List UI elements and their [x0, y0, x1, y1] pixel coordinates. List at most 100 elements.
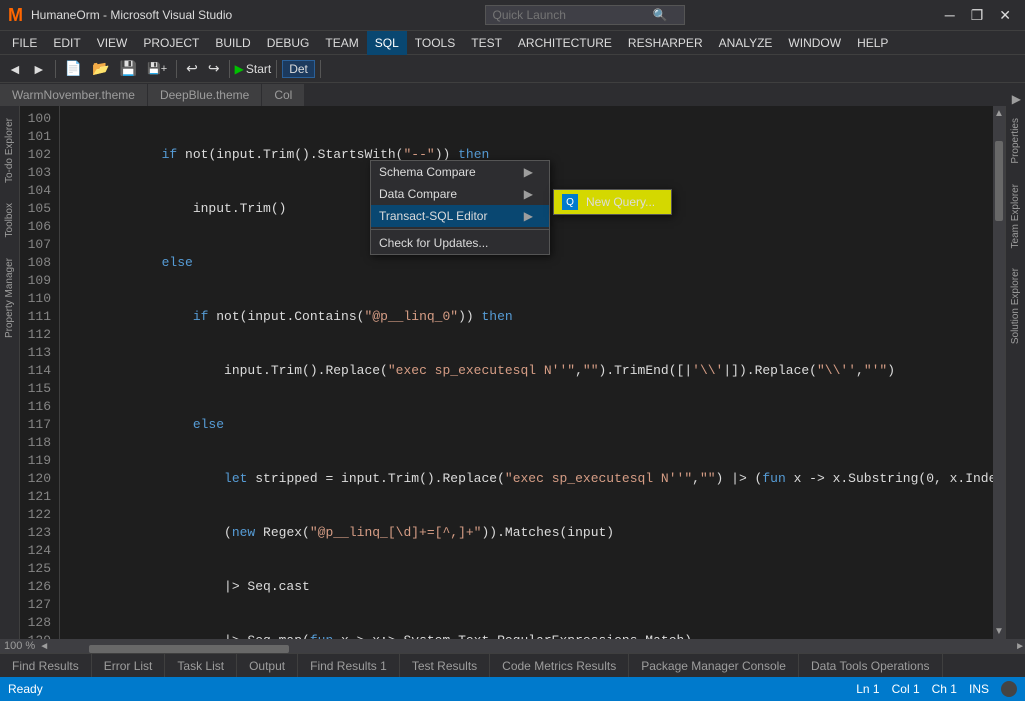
- right-sidebar: Properties Team Explorer Solution Explor…: [1005, 106, 1025, 639]
- menu-item-test[interactable]: TEST: [463, 31, 510, 55]
- title-bar: M HumaneOrm - Microsoft Visual Studio 🔍 …: [0, 0, 1025, 30]
- status-ch: Ch 1: [932, 682, 957, 696]
- scroll-thumb[interactable]: [995, 141, 1003, 221]
- bottom-tab-find-results-1[interactable]: Find Results 1: [298, 654, 400, 678]
- menu-item-edit[interactable]: EDIT: [45, 31, 88, 55]
- menu-item-window[interactable]: WINDOW: [780, 31, 849, 55]
- minimize-button[interactable]: ─: [939, 7, 961, 23]
- debug-button[interactable]: Det: [282, 60, 315, 78]
- tab-deepblue[interactable]: DeepBlue.theme: [148, 84, 262, 106]
- new-query-icon: Q: [562, 194, 578, 210]
- new-file-button[interactable]: 📄: [61, 57, 86, 81]
- forward-button[interactable]: ►: [28, 57, 50, 81]
- line-numbers: 100101102103104 105106107108109 11011111…: [20, 106, 60, 639]
- tab-scroll-right[interactable]: ▶: [1008, 92, 1025, 106]
- sidebar-tab-todo-explorer[interactable]: To-do Explorer: [2, 110, 17, 191]
- status-col: Col 1: [892, 682, 920, 696]
- toolbar-separator-3: [229, 60, 230, 78]
- transact-sql-submenu: Q New Query...: [553, 189, 672, 215]
- schema-compare-item[interactable]: Schema Compare ▶: [371, 161, 549, 183]
- menu-item-team[interactable]: TEAM: [317, 31, 366, 55]
- menu-item-build[interactable]: BUILD: [207, 31, 258, 55]
- save-button[interactable]: 💾: [116, 57, 141, 81]
- app-logo: M: [8, 5, 23, 26]
- quick-launch-input[interactable]: [492, 8, 652, 22]
- h-scrollbar[interactable]: [49, 642, 1015, 650]
- menu-bar: FILE EDIT VIEW PROJECT BUILD DEBUG TEAM …: [0, 30, 1025, 54]
- zoom-slider[interactable]: ◄: [39, 641, 49, 652]
- sidebar-tab-property-manager[interactable]: Property Manager: [2, 250, 17, 346]
- h-scroll-right[interactable]: ►: [1015, 641, 1025, 652]
- bottom-tab-output[interactable]: Output: [237, 654, 298, 678]
- menu-item-file[interactable]: FILE: [4, 31, 45, 55]
- bottom-tabs: Find Results Error List Task List Output…: [0, 653, 1025, 677]
- bottom-tab-data-tools[interactable]: Data Tools Operations: [799, 654, 943, 678]
- bottom-tab-test-results[interactable]: Test Results: [400, 654, 490, 678]
- restore-button[interactable]: ❐: [965, 7, 990, 24]
- bottom-tab-find-results[interactable]: Find Results: [0, 654, 92, 678]
- save-all-button[interactable]: 💾+: [143, 57, 171, 81]
- menu-item-debug[interactable]: DEBUG: [259, 31, 318, 55]
- sidebar-tab-team-explorer[interactable]: Team Explorer: [1008, 176, 1023, 256]
- status-ready: Ready: [8, 682, 43, 696]
- h-scrollbar-row: 100 % ◄ ►: [0, 639, 1025, 653]
- tab-col[interactable]: Col: [262, 84, 305, 106]
- scroll-down-arrow[interactable]: ▼: [992, 624, 1006, 639]
- tab-bar: WarmNovember.theme DeepBlue.theme Col ▶: [0, 82, 1025, 106]
- data-compare-label: Data Compare: [379, 187, 457, 201]
- toolbar-separator-2: [176, 60, 177, 78]
- menu-item-analyze[interactable]: ANALYZE: [711, 31, 781, 55]
- transact-sql-editor-item[interactable]: Transact-SQL Editor ▶: [371, 205, 549, 227]
- sidebar-tab-properties[interactable]: Properties: [1008, 110, 1023, 172]
- toolbar-separator-4: [276, 60, 277, 78]
- h-scroll-thumb[interactable]: [89, 645, 289, 653]
- check-updates-item[interactable]: Check for Updates...: [371, 232, 549, 254]
- status-ins: INS: [969, 682, 989, 696]
- schema-compare-label: Schema Compare: [379, 165, 476, 179]
- run-button[interactable]: ▶ Start: [235, 62, 272, 76]
- window-controls: ─ ❐ ✕: [939, 7, 1017, 24]
- menu-item-help[interactable]: HELP: [849, 31, 896, 55]
- toolbar: ◄ ► 📄 📂 💾 💾+ ↩ ↪ ▶ Start Det: [0, 54, 1025, 82]
- back-button[interactable]: ◄: [4, 57, 26, 81]
- redo-button[interactable]: ↪: [204, 57, 224, 81]
- menu-item-project[interactable]: PROJECT: [135, 31, 207, 55]
- bottom-tab-task-list[interactable]: Task List: [165, 654, 237, 678]
- check-updates-label: Check for Updates...: [379, 236, 488, 250]
- data-compare-arrow: ▶: [524, 187, 533, 201]
- close-button[interactable]: ✕: [993, 7, 1017, 24]
- data-compare-item[interactable]: Data Compare ▶: [371, 183, 549, 205]
- title-bar-left: M HumaneOrm - Microsoft Visual Studio: [8, 5, 232, 26]
- sql-dropdown-menu: Schema Compare ▶ Data Compare ▶ Transact…: [370, 160, 550, 255]
- transact-sql-label: Transact-SQL Editor: [379, 209, 487, 223]
- status-line: Ln 1: [856, 682, 879, 696]
- toolbar-separator-5: [320, 60, 321, 78]
- transact-sql-arrow: ▶: [524, 209, 533, 223]
- quick-launch-container: 🔍: [485, 5, 685, 25]
- sidebar-tab-toolbox[interactable]: Toolbox: [2, 195, 17, 245]
- menu-item-sql[interactable]: SQL: [367, 31, 407, 55]
- zoom-label: 100 %: [0, 640, 39, 652]
- bottom-tab-code-metrics[interactable]: Code Metrics Results: [490, 654, 629, 678]
- menu-item-resharper[interactable]: RESHARPER: [620, 31, 711, 55]
- menu-item-view[interactable]: VIEW: [89, 31, 136, 55]
- scroll-up-arrow[interactable]: ▲: [992, 106, 1006, 121]
- main-layout: To-do Explorer Toolbox Property Manager …: [0, 106, 1025, 639]
- open-button[interactable]: 📂: [88, 57, 113, 81]
- new-query-item[interactable]: Q New Query...: [554, 190, 671, 214]
- toolbar-separator-1: [55, 60, 56, 78]
- bottom-tab-error-list[interactable]: Error List: [92, 654, 166, 678]
- menu-item-architecture[interactable]: ARCHITECTURE: [510, 31, 620, 55]
- app-title: HumaneOrm - Microsoft Visual Studio: [31, 8, 232, 22]
- search-icon: 🔍: [652, 8, 667, 22]
- status-bar: Ready Ln 1 Col 1 Ch 1 INS: [0, 677, 1025, 701]
- status-indicator: [1001, 681, 1017, 697]
- bottom-tab-package-manager[interactable]: Package Manager Console: [629, 654, 799, 678]
- vertical-scrollbar[interactable]: ▲ ▼: [993, 106, 1005, 639]
- new-query-label: New Query...: [586, 195, 655, 209]
- undo-button[interactable]: ↩: [182, 57, 202, 81]
- tab-warmnovember[interactable]: WarmNovember.theme: [0, 84, 148, 106]
- sidebar-tab-solution-explorer[interactable]: Solution Explorer: [1008, 260, 1023, 352]
- sql-menu-separator: [371, 229, 549, 230]
- menu-item-tools[interactable]: TOOLS: [407, 31, 463, 55]
